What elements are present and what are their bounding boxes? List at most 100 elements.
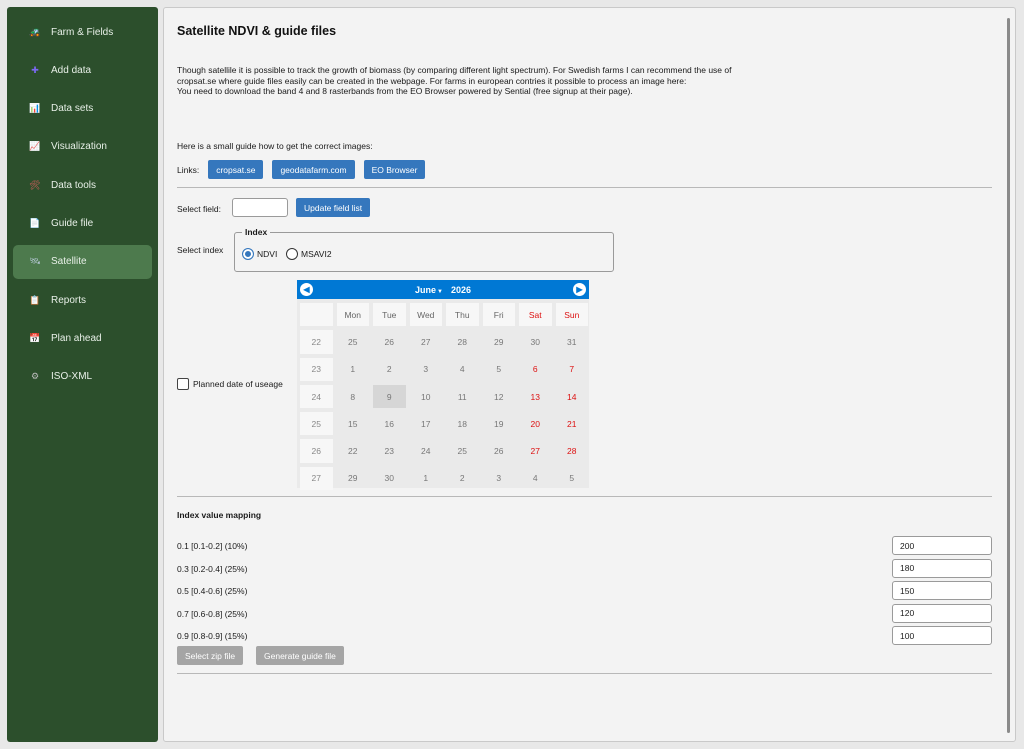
calendar-day[interactable]: 12 (481, 383, 518, 410)
calendar-day[interactable]: 26 (481, 437, 518, 464)
sidebar-item-visualization[interactable]: 📈 Visualization (13, 130, 152, 164)
intro-paragraph: Though satellile it is possible to track… (177, 65, 732, 86)
generate-guide-file-button[interactable]: Generate guide file (256, 646, 344, 665)
sidebar-item-iso-xml[interactable]: ⚙ ISO-XML (13, 360, 152, 394)
calendar-day[interactable]: 27 (517, 437, 554, 464)
sidebar-item-farm-fields[interactable]: 🚜 Farm & Fields (13, 15, 152, 49)
calendar: ◀ June ▼ 2026 ▶ Mon Tue Wed Thu Fri Sat Sun 22 2… (297, 280, 591, 491)
sidebar-item-reports[interactable]: 📋 Reports (13, 283, 152, 317)
mapping-value-input[interactable]: 180 (892, 558, 992, 578)
calendar-day[interactable]: 16 (371, 410, 408, 437)
calendar-day[interactable]: 6 (517, 356, 554, 383)
update-field-list-button[interactable]: Update field list (296, 198, 371, 217)
calendar-day[interactable]: 5 (554, 465, 591, 492)
calendar-day[interactable]: 8 (335, 383, 372, 410)
sidebar-item-label: Farm & Fields (51, 26, 114, 38)
calendar-day[interactable]: 15 (335, 410, 372, 437)
calendar-day[interactable]: 2 (444, 465, 481, 492)
calendar-week-number: 23 (300, 357, 333, 381)
calendar-day[interactable]: 5 (481, 356, 518, 383)
calendar-day[interactable]: 27 (408, 328, 445, 355)
calendar-day[interactable]: 24 (408, 437, 445, 464)
mapping-value-input[interactable]: 150 (892, 581, 992, 601)
calendar-day-header: Tue (373, 303, 406, 327)
calendar-day[interactable]: 19 (481, 410, 518, 437)
sidebar-item-add-data[interactable]: ✚ Add data (13, 53, 152, 87)
sidebar-icon: ✚ (31, 64, 39, 75)
calendar-day[interactable]: 21 (554, 410, 591, 437)
calendar-day[interactable]: 30 (371, 465, 408, 492)
mapping-label: 0.5 [0.4-0.6] (25%) (177, 586, 248, 597)
calendar-day[interactable]: 1 (335, 356, 372, 383)
sidebar-icon: 📅 (29, 332, 41, 343)
calendar-day[interactable]: 30 (517, 328, 554, 355)
calendar-week-number: 24 (300, 384, 333, 409)
sidebar-item-satellite[interactable]: 🛰 Satellite (13, 244, 152, 279)
calendar-day[interactable]: 29 (481, 328, 518, 355)
calendar-day[interactable]: 31 (554, 328, 591, 355)
sidebar-item-label: Plan ahead (51, 332, 102, 344)
select-field-input[interactable] (232, 198, 288, 217)
sidebar-icon: 📋 (29, 294, 41, 305)
calendar-day[interactable]: 3 (408, 356, 445, 383)
sidebar-item-label: Data sets (51, 103, 94, 115)
calendar-day[interactable]: 23 (371, 437, 408, 464)
calendar-day[interactable]: 4 (444, 356, 481, 383)
sidebar-icon: 📊 (29, 103, 41, 114)
next-month-icon[interactable]: ▶ (573, 283, 586, 296)
calendar-day[interactable]: 7 (554, 356, 591, 383)
planned-date-checkbox-box[interactable] (177, 378, 189, 390)
calendar-day[interactable]: 9 (373, 384, 406, 409)
calendar-day[interactable]: 2 (371, 356, 408, 383)
intro-text: Though satellile it is possible to track… (177, 65, 737, 97)
calendar-day[interactable]: 18 (444, 410, 481, 437)
radio-msavi2-indicator[interactable] (286, 248, 298, 260)
planned-date-checkbox[interactable]: Planned date of useage (177, 378, 283, 390)
radio-msavi2-label: MSAVI2 (301, 249, 332, 259)
calendar-day[interactable]: 26 (371, 328, 408, 355)
geodatafarm-link-button[interactable]: geodatafarm.com (272, 160, 355, 179)
calendar-day[interactable]: 3 (481, 465, 518, 492)
sidebar-item-data-sets[interactable]: 📊 Data sets (13, 92, 152, 126)
sidebar-item-label: Guide file (51, 217, 94, 229)
calendar-day[interactable]: 25 (444, 437, 481, 464)
select-field-label: Select field: (177, 204, 221, 214)
calendar-day[interactable]: 4 (517, 465, 554, 492)
calendar-day[interactable]: 10 (408, 383, 445, 410)
calendar-day[interactable]: 25 (335, 328, 372, 355)
mapping-value-input[interactable]: 100 (892, 626, 992, 646)
index-legend: Index (242, 227, 271, 237)
page-title: Satellite NDVI & guide files (177, 24, 337, 38)
radio-msavi2[interactable]: MSAVI2 (286, 248, 332, 260)
sidebar-item-data-tools[interactable]: 🛠 Data tools (13, 168, 152, 202)
mapping-value-input[interactable]: 200 (892, 536, 992, 555)
calendar-week-number: 27 (300, 466, 333, 491)
calendar-day[interactable]: 11 (444, 383, 481, 410)
radio-ndvi[interactable]: NDVI (242, 248, 277, 260)
calendar-day[interactable]: 13 (517, 383, 554, 410)
eo-browser-link-button[interactable]: EO Browser (363, 160, 426, 179)
sidebar-item-plan-ahead[interactable]: 📅 Plan ahead (13, 321, 152, 355)
sidebar-item-label: Satellite (51, 256, 87, 268)
calendar-year[interactable]: 2026 (451, 285, 471, 295)
calendar-day-header: Sun (555, 303, 588, 327)
select-zip-file-button[interactable]: Select zip file (177, 646, 244, 665)
mapping-value-input[interactable]: 120 (892, 603, 992, 623)
month-dropdown-icon[interactable]: ▼ (437, 289, 443, 295)
radio-ndvi-indicator[interactable] (242, 248, 254, 260)
calendar-week-number: 25 (300, 412, 333, 436)
calendar-day[interactable]: 28 (444, 328, 481, 355)
vertical-scrollbar[interactable] (1007, 18, 1010, 733)
calendar-day[interactable]: 22 (335, 437, 372, 464)
calendar-day[interactable]: 28 (554, 437, 591, 464)
cropsat-link-button[interactable]: cropsat.se (208, 160, 264, 179)
calendar-month[interactable]: June (415, 285, 436, 295)
calendar-day[interactable]: 17 (408, 410, 445, 437)
sidebar: 🚜 Farm & Fields ✚ Add data 📊 Data sets 📈 Visual… (7, 7, 158, 742)
sidebar-item-guide-file[interactable]: 📄 Guide file (13, 206, 152, 240)
prev-month-icon[interactable]: ◀ (300, 283, 313, 296)
calendar-day[interactable]: 20 (517, 410, 554, 437)
calendar-day[interactable]: 1 (408, 465, 445, 492)
calendar-day[interactable]: 14 (554, 383, 591, 410)
calendar-day[interactable]: 29 (335, 465, 372, 492)
